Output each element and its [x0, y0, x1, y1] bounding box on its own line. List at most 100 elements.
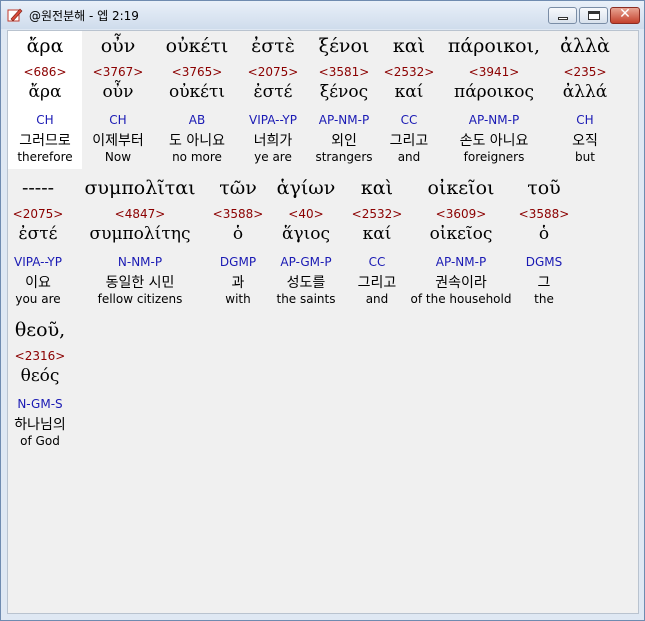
korean-gloss: 그러므로 [19, 133, 71, 149]
morphology-code: AP-NM-P [468, 113, 520, 127]
korean-gloss: 손도 아니요 [459, 133, 529, 149]
morphology-code: CC [368, 255, 386, 269]
app-window: @원전분해 - 엡 2:19 ✕ ἄρα <686> ἄρα CH 그러므로 t… [0, 0, 645, 621]
word-cell[interactable]: συμπολῖται <4847> συμπολίτης N-NM-P 동일한 … [80, 173, 200, 311]
lemma: ἄρα [28, 82, 62, 102]
minimize-icon [558, 17, 568, 20]
strong-number[interactable]: <40> [266, 207, 346, 221]
english-gloss: you are [15, 292, 61, 306]
english-gloss: but [575, 150, 595, 164]
english-gloss: of the household [410, 292, 512, 306]
morphology-code: VIPA--YP [14, 255, 62, 269]
lemma: ἀλλά [562, 82, 608, 102]
greek-word: συμπολῖται [84, 177, 196, 199]
strong-number[interactable]: <3767> [78, 65, 158, 79]
morphology-code: N-NM-P [117, 255, 163, 269]
close-icon: ✕ [619, 6, 631, 22]
korean-gloss: 동일한 시민 [105, 275, 175, 291]
lemma: ὁ [538, 224, 550, 244]
lemma: συμπολίτης [89, 224, 191, 244]
morphology-code: AB [188, 113, 206, 127]
korean-gloss: 그리고 [389, 133, 429, 149]
word-cell[interactable]: καὶ <2532> καί CC 그리고 and [337, 173, 417, 311]
strong-number[interactable]: <2532> [337, 207, 417, 221]
word-cell[interactable]: οὐκέτι <3765> οὐκέτι AB 도 아니요 no more [157, 31, 237, 169]
greek-word: ----- [21, 177, 55, 199]
word-cell[interactable]: θεοῦ, <2316> θεός N-GM-S 하나님의 of God [0, 315, 80, 453]
lemma: πάροικος [454, 82, 534, 102]
strong-number[interactable]: <3941> [439, 65, 549, 79]
morphology-code: VIPA--YP [249, 113, 297, 127]
lemma: οὖν [102, 82, 134, 102]
strong-number[interactable]: <2075> [233, 65, 313, 79]
lemma: οὐκέτι [168, 82, 226, 102]
english-gloss: and [365, 292, 389, 306]
word-cell[interactable]: ἀλλὰ <235> ἀλλά CH 오직 but [545, 31, 625, 169]
word-cell[interactable]: ἄρα <686> ἄρα CH 그러므로 therefore [8, 31, 82, 169]
strong-number[interactable]: <3588> [504, 207, 584, 221]
greek-word: ἀλλὰ [560, 35, 610, 57]
word-cell[interactable]: ----- <2075> ἐστέ VIPA--YP 이요 you are [0, 173, 78, 311]
greek-word: καὶ [360, 177, 394, 199]
title-bar[interactable]: @원전분해 - 엡 2:19 ✕ [1, 1, 644, 29]
maximize-button[interactable] [579, 7, 608, 24]
window-title: @원전분해 - 엡 2:19 [29, 9, 139, 23]
strong-number[interactable]: <2532> [369, 65, 449, 79]
english-gloss: the [534, 292, 554, 306]
english-gloss: fellow citizens [97, 292, 183, 306]
english-gloss: foreigners [463, 150, 525, 164]
close-button[interactable]: ✕ [610, 6, 640, 24]
minimize-button[interactable] [548, 7, 577, 24]
lemma: ἅγιος [281, 224, 331, 244]
korean-gloss: 너희가 [253, 133, 293, 149]
english-gloss: therefore [17, 150, 73, 164]
morphology-code: CH [576, 113, 594, 127]
lemma: θεός [20, 366, 60, 386]
morphology-code: CC [400, 113, 418, 127]
word-cell[interactable]: οἰκεῖοι <3609> οἰκεῖος AP-NM-P 권속이라 of t… [406, 173, 516, 311]
interlinear-panel[interactable]: ἄρα <686> ἄρα CH 그러므로 therefore οὖν <376… [7, 30, 639, 614]
word-cell[interactable]: ἁγίων <40> ἅγιος AP-GM-P 성도를 the saints [266, 173, 346, 311]
strong-number[interactable]: <3609> [406, 207, 516, 221]
english-gloss: Now [104, 150, 132, 164]
korean-gloss: 그리고 [357, 275, 397, 291]
english-gloss: the saints [276, 292, 336, 306]
korean-gloss: 그 [537, 275, 551, 291]
word-cell[interactable]: πάροικοι, <3941> πάροικος AP-NM-P 손도 아니요… [439, 31, 549, 169]
morphology-code: DGMS [525, 255, 563, 269]
morphology-code: N-GM-S [17, 397, 63, 411]
word-cell[interactable]: τοῦ <3588> ὁ DGMS 그 the [504, 173, 584, 311]
lemma: καί [362, 224, 392, 244]
english-gloss: and [397, 150, 421, 164]
strong-number[interactable]: <235> [545, 65, 625, 79]
greek-word: οὖν [100, 35, 136, 57]
greek-word: καὶ [392, 35, 426, 57]
word-cell[interactable]: οὖν <3767> οὖν CH 이제부터 Now [78, 31, 158, 169]
lemma: καί [394, 82, 424, 102]
korean-gloss: 권속이라 [435, 275, 487, 291]
word-cell[interactable]: ἐστὲ <2075> ἐστέ VIPA--YP 너희가 ye are [233, 31, 313, 169]
greek-word: πάροικοι, [447, 35, 541, 57]
korean-gloss: 오직 [572, 133, 598, 149]
greek-word: ἐστὲ [251, 35, 295, 57]
english-gloss: no more [172, 150, 222, 164]
morphology-code: CH [109, 113, 127, 127]
greek-word: θεοῦ, [14, 319, 66, 341]
korean-gloss: 이요 [25, 275, 51, 291]
greek-word: ἁγίων [276, 177, 336, 199]
greek-word: οὐκέτι [165, 35, 229, 57]
strong-number[interactable]: <2316> [0, 349, 80, 363]
english-gloss: ye are [254, 150, 292, 164]
strong-number[interactable]: <4847> [80, 207, 200, 221]
korean-gloss: 도 아니요 [169, 133, 225, 149]
strong-number[interactable]: <686> [8, 65, 82, 79]
word-cell[interactable]: καὶ <2532> καί CC 그리고 and [369, 31, 449, 169]
strong-number[interactable]: <2075> [0, 207, 78, 221]
lemma: ἐστέ [18, 224, 58, 244]
lemma: ἐστέ [253, 82, 293, 102]
lemma: οἰκεῖος [429, 224, 493, 244]
maximize-icon [588, 11, 600, 20]
english-gloss: of God [20, 434, 60, 448]
strong-number[interactable]: <3765> [157, 65, 237, 79]
korean-gloss: 하나님의 [14, 417, 66, 433]
